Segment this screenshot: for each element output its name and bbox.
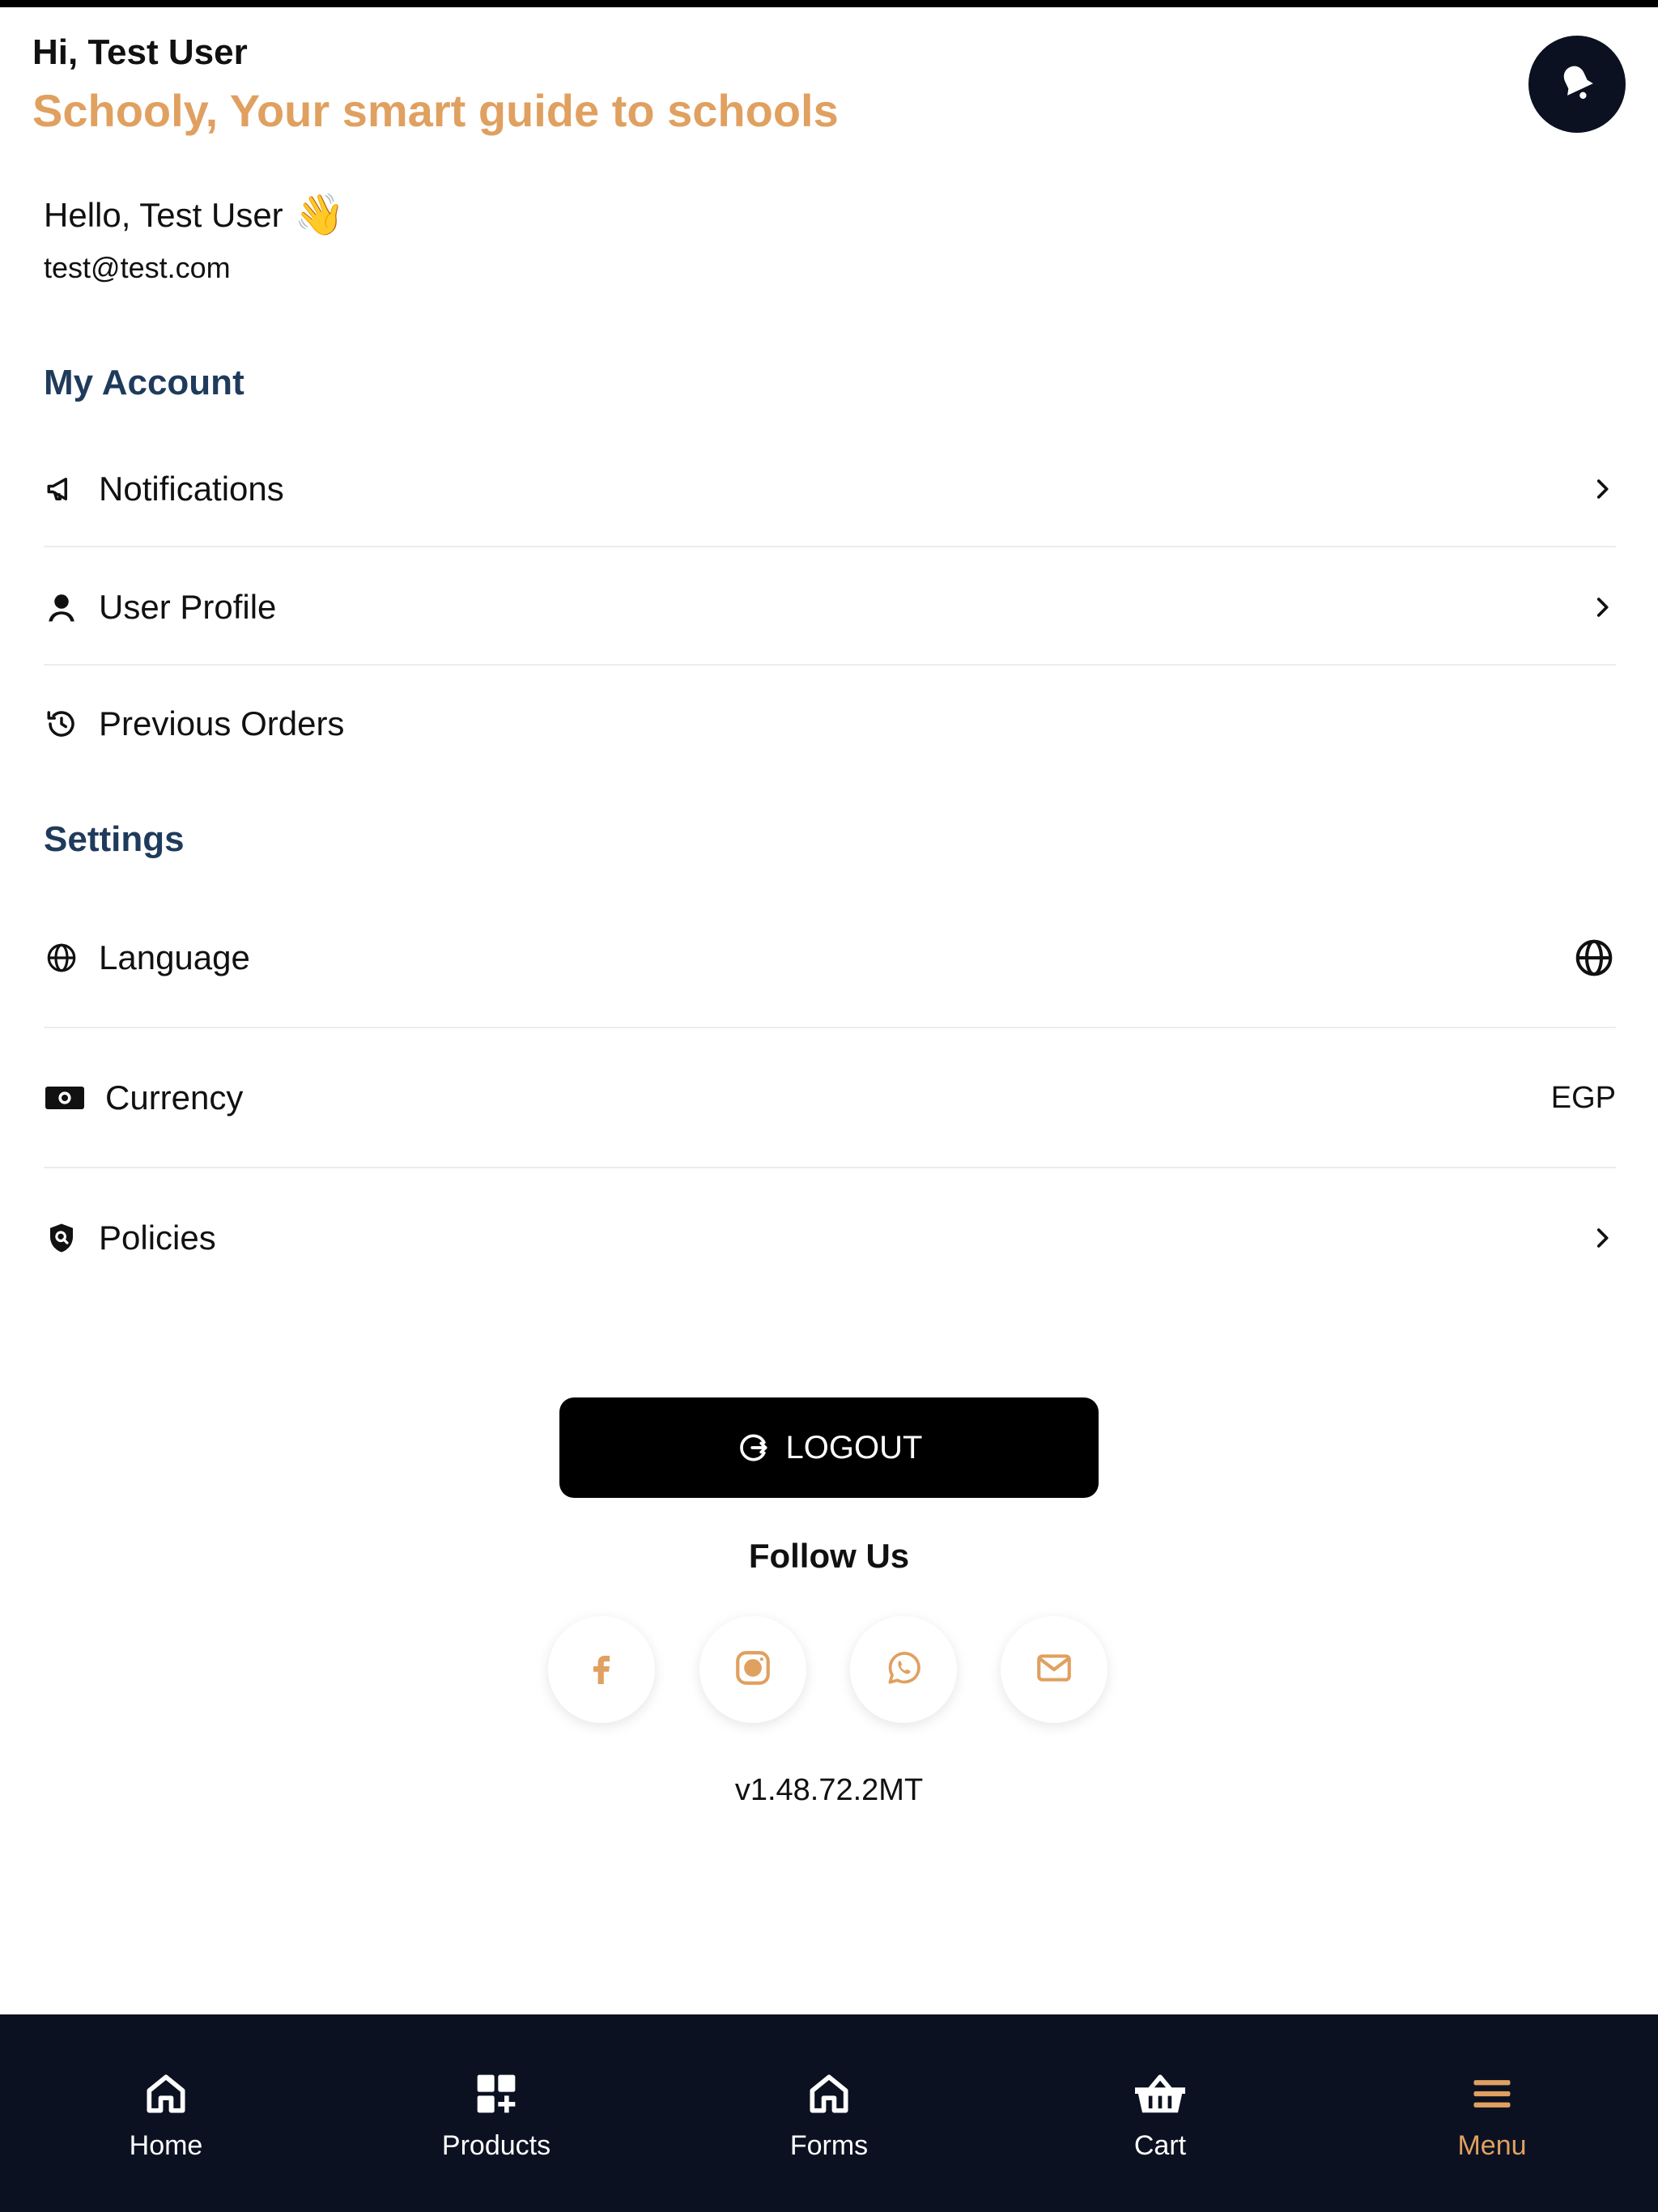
currency-value: EGP bbox=[1550, 1080, 1616, 1115]
basket-icon bbox=[1133, 2065, 1188, 2122]
globe-icon bbox=[44, 940, 79, 976]
menu-item-label: Policies bbox=[99, 1219, 216, 1257]
menu-icon bbox=[1470, 2065, 1514, 2122]
menu-item-label: Previous Orders bbox=[99, 704, 345, 742]
facebook-icon bbox=[582, 1648, 621, 1691]
user-email: test@test.com bbox=[44, 251, 231, 284]
menu-item-label: Language bbox=[99, 938, 250, 976]
notifications-bell-button[interactable] bbox=[1528, 36, 1626, 133]
megaphone-icon bbox=[44, 471, 79, 507]
section-title-settings: Settings bbox=[44, 819, 185, 859]
whatsapp-icon bbox=[883, 1648, 924, 1692]
header-tagline: Schooly, Your smart guide to schools bbox=[32, 85, 839, 136]
nav-cart[interactable]: Cart bbox=[994, 2014, 1326, 2212]
nav-label: Forms bbox=[789, 2129, 869, 2161]
nav-menu[interactable]: Menu bbox=[1326, 2014, 1658, 2212]
user-hello: Hello, Test User 👋 bbox=[44, 191, 345, 239]
logout-button[interactable]: LOGOUT bbox=[559, 1397, 1099, 1498]
menu-item-language[interactable]: Language bbox=[44, 929, 1616, 987]
instagram-button[interactable] bbox=[699, 1616, 806, 1723]
header-greeting: Hi, Test User bbox=[32, 32, 248, 72]
history-icon bbox=[44, 706, 79, 742]
divider bbox=[44, 1167, 1616, 1168]
user-hello-text: Hello, Test User bbox=[44, 195, 283, 234]
menu-item-label: Notifications bbox=[99, 470, 284, 508]
menu-item-user-profile[interactable]: User Profile bbox=[44, 578, 1616, 636]
shield-icon bbox=[44, 1220, 79, 1256]
bell-icon bbox=[1554, 60, 1600, 109]
home-icon bbox=[141, 2065, 191, 2122]
chevron-right-icon bbox=[1588, 1224, 1616, 1252]
whatsapp-button[interactable] bbox=[850, 1616, 957, 1723]
menu-item-notifications[interactable]: Notifications bbox=[44, 460, 1616, 518]
menu-item-label: User Profile bbox=[99, 588, 277, 626]
divider bbox=[44, 1027, 1616, 1028]
nav-products[interactable]: Products bbox=[330, 2014, 662, 2212]
section-title-my-account: My Account bbox=[44, 363, 244, 402]
nav-label: Menu bbox=[1457, 2129, 1527, 2161]
menu-item-previous-orders[interactable]: Previous Orders bbox=[44, 695, 1616, 753]
menu-item-policies[interactable]: Policies bbox=[44, 1209, 1616, 1267]
nav-label: Products bbox=[441, 2129, 551, 2161]
logout-label: LOGOUT bbox=[785, 1429, 923, 1465]
wave-emoji: 👋 bbox=[294, 192, 345, 237]
nav-label: Home bbox=[129, 2129, 203, 2161]
menu-item-label: Currency bbox=[105, 1078, 244, 1117]
bottom-navigation: Home Products Forms Cart Menu bbox=[0, 2014, 1658, 2212]
follow-us-title: Follow Us bbox=[748, 1537, 910, 1575]
globe-icon[interactable] bbox=[1572, 936, 1616, 980]
nav-forms[interactable]: Forms bbox=[663, 2014, 995, 2212]
menu-item-currency[interactable]: Currency EGP bbox=[44, 1069, 1616, 1127]
divider bbox=[44, 664, 1616, 666]
email-button[interactable] bbox=[1001, 1616, 1107, 1723]
logout-icon bbox=[736, 1430, 772, 1465]
divider bbox=[44, 546, 1616, 547]
chevron-right-icon bbox=[1588, 475, 1616, 503]
top-border bbox=[0, 0, 1658, 7]
money-icon bbox=[44, 1080, 86, 1116]
nav-home[interactable]: Home bbox=[0, 2014, 332, 2212]
user-icon bbox=[44, 589, 79, 625]
nav-label: Cart bbox=[1133, 2129, 1187, 2161]
mail-icon bbox=[1034, 1648, 1074, 1692]
home-icon bbox=[804, 2065, 854, 2122]
instagram-icon bbox=[733, 1648, 773, 1692]
chevron-right-icon bbox=[1588, 593, 1616, 621]
app-version: v1.48.72.2MT bbox=[734, 1773, 924, 1807]
grid-plus-icon bbox=[474, 2065, 519, 2122]
facebook-button[interactable] bbox=[548, 1616, 655, 1723]
